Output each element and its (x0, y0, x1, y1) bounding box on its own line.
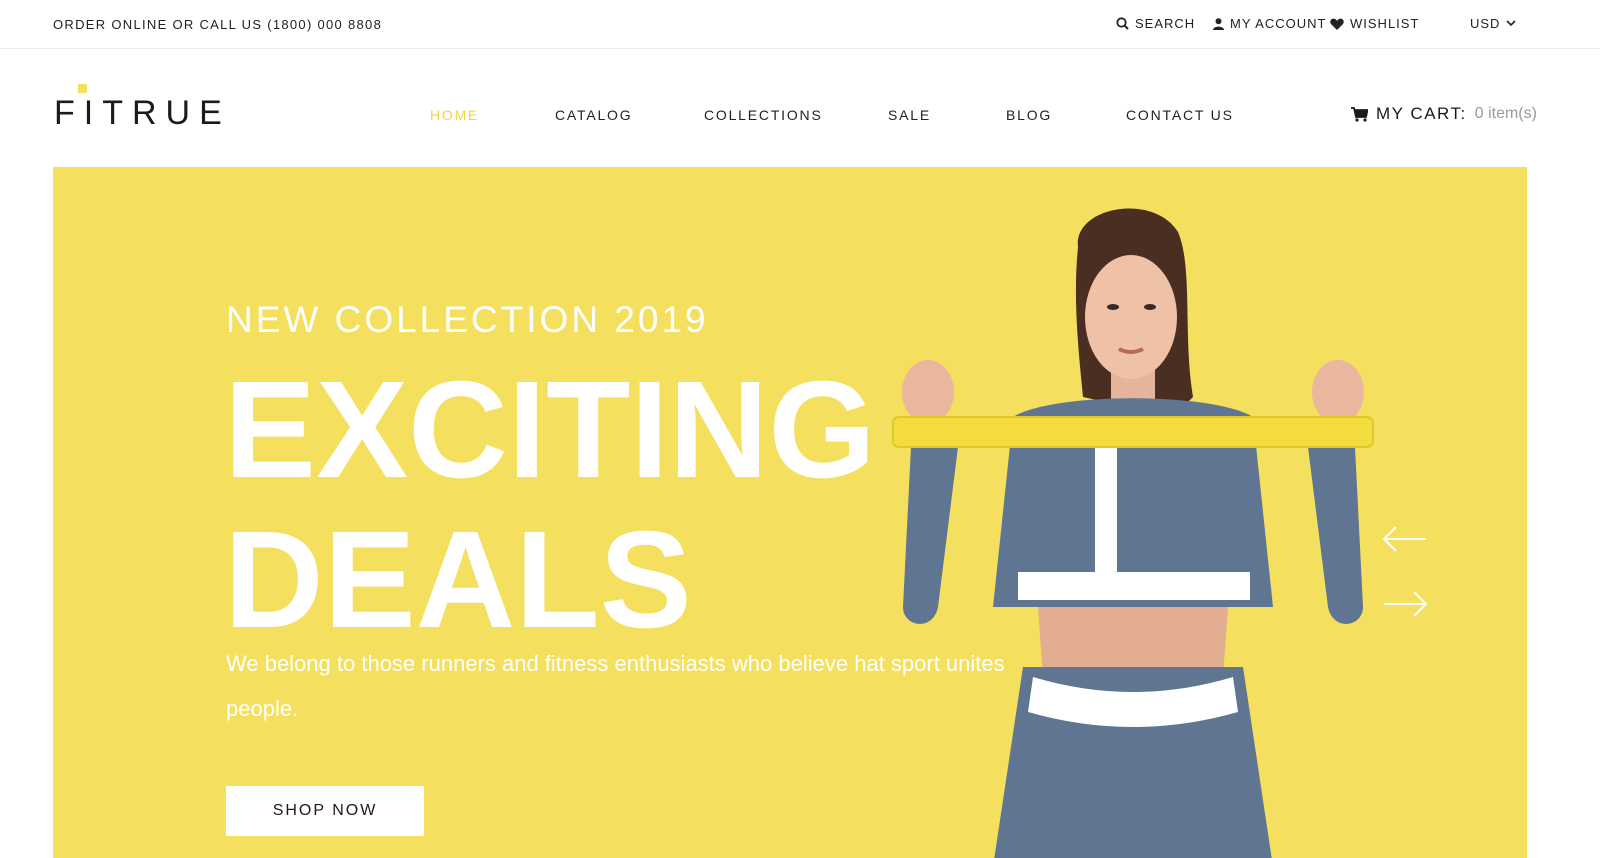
heart-icon (1330, 18, 1344, 30)
cart-count: 0 item(s) (1474, 105, 1537, 122)
nav-item-sale[interactable]: SALE (888, 107, 931, 123)
shop-now-button[interactable]: SHOP NOW (226, 786, 424, 836)
search-icon (1116, 17, 1129, 30)
hero-headline-line1: EXCITING (224, 353, 876, 507)
arrow-right-icon[interactable] (1380, 589, 1430, 619)
cart-link[interactable]: MY CART: 0 item(s) (1351, 104, 1537, 124)
search-link[interactable]: SEARCH (1116, 16, 1195, 31)
nav-item-home[interactable]: HOME (430, 107, 479, 123)
hero-model-image (892, 208, 1374, 858)
wishlist-link[interactable]: WISHLIST (1330, 16, 1419, 31)
hero-subtitle: We belong to those runners and fitness e… (226, 651, 1005, 721)
cart-label: MY CART: (1376, 104, 1467, 123)
top-bar: ORDER ONLINE OR CALL US (1800) 000 8808 … (0, 0, 1600, 49)
hero-kicker: NEW COLLECTION 2019 (226, 299, 709, 340)
hero-banner: NEW COLLECTION 2019 EXCITING DEALS We be… (53, 167, 1527, 858)
wishlist-label: WISHLIST (1350, 16, 1420, 31)
arrow-left-icon[interactable] (1380, 524, 1430, 554)
nav-item-collections[interactable]: COLLECTIONS (704, 107, 823, 123)
logo-accent-dot (78, 84, 87, 93)
contact-info: ORDER ONLINE OR CALL US (1800) 000 8808 (53, 17, 383, 32)
hero-headline-line2: DEALS (224, 503, 692, 657)
hero-headline: EXCITING DEALS (224, 355, 876, 655)
nav-item-blog[interactable]: BLOG (1006, 107, 1052, 123)
user-icon (1213, 17, 1224, 30)
currency-value: USD (1470, 16, 1501, 31)
nav-item-contact-us[interactable]: CONTACT US (1126, 107, 1234, 123)
my-account-link[interactable]: MY ACCOUNT (1213, 16, 1326, 31)
nav-item-catalog[interactable]: CATALOG (555, 107, 632, 123)
currency-selector[interactable]: USD (1470, 16, 1517, 31)
cart-icon (1351, 106, 1368, 122)
search-label: SEARCH (1135, 16, 1196, 31)
chevron-down-icon (1506, 20, 1517, 27)
my-account-label: MY ACCOUNT (1230, 16, 1327, 31)
